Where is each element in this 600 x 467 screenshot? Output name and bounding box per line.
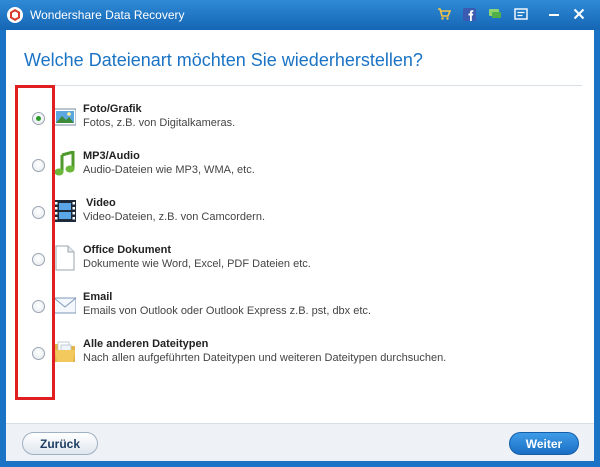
title-bar: Wondershare Data Recovery bbox=[0, 0, 600, 30]
option-audio[interactable]: MP3/Audio Audio-Dateien wie MP3, WMA, et… bbox=[6, 147, 594, 187]
option-desc: Emails von Outlook oder Outlook Express … bbox=[83, 305, 371, 317]
app-logo-icon bbox=[7, 7, 23, 23]
option-desc: Video-Dateien, z.B. von Camcordern. bbox=[83, 211, 265, 223]
option-title: Foto/Grafik bbox=[83, 103, 142, 115]
close-icon[interactable] bbox=[572, 7, 586, 21]
option-desc: Nach allen aufgeführten Dateitypen und w… bbox=[83, 352, 447, 364]
main-panel: Welche Dateienart möchten Sie wiederhers… bbox=[6, 30, 594, 461]
option-title: Office Dokument bbox=[83, 244, 172, 256]
folder-icon bbox=[55, 341, 75, 362]
minimize-icon[interactable] bbox=[547, 7, 561, 21]
document-icon bbox=[55, 245, 75, 271]
option-desc: Audio-Dateien wie MP3, WMA, etc. bbox=[83, 164, 255, 176]
feedback-icon[interactable] bbox=[488, 7, 502, 21]
film-strip-icon bbox=[54, 200, 76, 222]
footer-bar: Zurück Weiter bbox=[6, 423, 594, 461]
option-video[interactable]: Video Video-Dateien, z.B. von Camcordern… bbox=[6, 194, 594, 234]
facebook-icon[interactable] bbox=[462, 7, 476, 21]
option-title: Email bbox=[83, 291, 113, 303]
page-title: Welche Dateienart möchten Sie wiederhers… bbox=[24, 50, 423, 70]
envelope-icon bbox=[54, 297, 76, 314]
option-title: Alle anderen Dateitypen bbox=[83, 338, 209, 350]
divider bbox=[18, 85, 582, 86]
register-icon[interactable] bbox=[514, 7, 528, 21]
photo-icon bbox=[54, 108, 76, 126]
option-other-filetypes[interactable]: Alle anderen Dateitypen Nach allen aufge… bbox=[6, 335, 594, 375]
option-title: MP3/Audio bbox=[83, 150, 140, 162]
music-note-icon bbox=[54, 151, 75, 176]
option-office-document[interactable]: Office Dokument Dokumente wie Word, Exce… bbox=[6, 241, 594, 281]
option-desc: Fotos, z.B. von Digitalkameras. bbox=[83, 117, 236, 129]
option-title: Video bbox=[86, 197, 116, 209]
option-photo[interactable]: Foto/Grafik Fotos, z.B. von Digitalkamer… bbox=[6, 100, 594, 140]
cart-icon[interactable] bbox=[437, 7, 451, 21]
window-title: Wondershare Data Recovery bbox=[30, 8, 185, 22]
next-button[interactable]: Weiter bbox=[509, 432, 579, 455]
back-button[interactable]: Zurück bbox=[22, 432, 98, 455]
app-window: Wondershare Data Recovery Welche Dateien… bbox=[0, 0, 600, 467]
option-email[interactable]: Email Emails von Outlook oder Outlook Ex… bbox=[6, 288, 594, 328]
option-desc: Dokumente wie Word, Excel, PDF Dateien e… bbox=[83, 258, 311, 270]
radio-highlight-box bbox=[15, 85, 55, 400]
